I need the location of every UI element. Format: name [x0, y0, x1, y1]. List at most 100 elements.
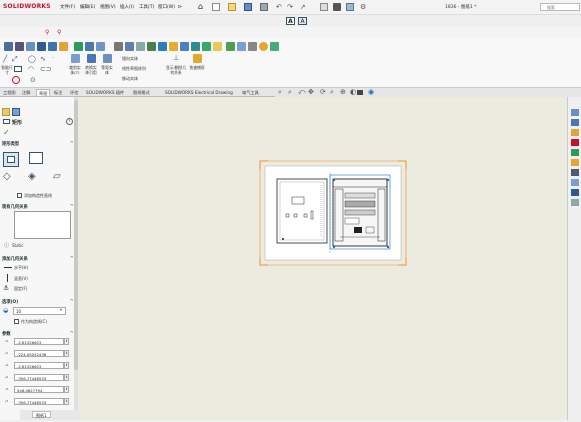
projected-icon[interactable]: [96, 42, 105, 51]
param-input[interactable]: -224.05052436: [14, 350, 64, 357]
layout-icon[interactable]: [15, 42, 24, 51]
slot-icon[interactable]: ⊂⊃: [40, 65, 52, 73]
layer-icon[interactable]: [59, 42, 68, 51]
convert-icon[interactable]: [87, 54, 96, 63]
param-input[interactable]: -356.77446533: [14, 374, 64, 381]
pin-icon[interactable]: ⊳: [178, 4, 182, 10]
flag-icon[interactable]: [74, 42, 83, 51]
hole-table-icon[interactable]: [180, 42, 189, 51]
zoom-area-icon[interactable]: ⌕: [288, 88, 292, 97]
3pt-center-button[interactable]: ◈: [28, 171, 36, 182]
arrow-green-icon[interactable]: [202, 42, 211, 51]
detail-icon[interactable]: [136, 42, 145, 51]
bom-icon[interactable]: [169, 42, 178, 51]
sketch-icon[interactable]: [4, 42, 13, 51]
model-icon[interactable]: [114, 42, 123, 51]
zoom-fit-icon[interactable]: ⌕: [278, 88, 282, 97]
help-icon[interactable]: ?: [66, 118, 73, 125]
ellipse-icon[interactable]: ⊙: [30, 76, 36, 84]
horizontal-icon[interactable]: [4, 267, 12, 268]
menu-insert[interactable]: 插入(I): [120, 4, 134, 10]
drawing-canvas[interactable]: [78, 97, 567, 420]
section-icon[interactable]: [125, 42, 134, 51]
polygon-tool-icon[interactable]: [12, 76, 20, 84]
param-input[interactable]: 546.0627794: [14, 386, 64, 393]
help-search-input[interactable]: 搜索: [540, 3, 580, 11]
new-icon[interactable]: [212, 3, 220, 11]
move-label[interactable]: 移动实体: [122, 76, 138, 82]
pan-icon[interactable]: ✥: [308, 88, 314, 96]
spin-icon[interactable]: ⇕: [64, 386, 69, 393]
undo-icon[interactable]: ↶: [276, 3, 282, 11]
menu-window[interactable]: 窗口(W): [158, 4, 175, 10]
param-input[interactable]: -2.61526623: [14, 338, 64, 345]
grid-table-icon[interactable]: [237, 42, 246, 51]
options-icon[interactable]: [346, 3, 354, 11]
chart-icon[interactable]: [248, 42, 257, 51]
gear-icon[interactable]: ⚙: [360, 3, 366, 11]
crop-icon[interactable]: [147, 42, 156, 51]
relations-icon[interactable]: ⊥: [173, 54, 179, 62]
block-icon[interactable]: [48, 42, 57, 51]
save-icon[interactable]: [244, 3, 252, 11]
tab-addins[interactable]: SOLIDWORKS 插件: [84, 89, 126, 96]
home-icon[interactable]: ⌂: [198, 3, 206, 11]
tools-pane-icon[interactable]: [571, 199, 579, 206]
layer-select[interactable]: 10: [13, 307, 66, 315]
param-input[interactable]: -356.77446533: [14, 398, 64, 405]
menu-view[interactable]: 视图(V): [100, 4, 116, 10]
tab-annotation[interactable]: 注解: [20, 89, 32, 96]
view-palette-icon[interactable]: [571, 149, 579, 156]
offset-icon[interactable]: [103, 54, 112, 63]
rotate-icon[interactable]: ⟳: [320, 88, 326, 96]
electrical-icon[interactable]: [571, 179, 579, 186]
param-input[interactable]: -2.61526623: [14, 362, 64, 369]
menu-edit[interactable]: 编辑(E): [80, 4, 95, 10]
construction-checkbox[interactable]: [17, 193, 22, 198]
fix-icon[interactable]: ⚓: [3, 284, 9, 292]
appearance-globe-icon[interactable]: ◉: [368, 88, 374, 96]
menu-file[interactable]: 文件(F): [60, 4, 75, 10]
quick-snap-icon[interactable]: [193, 54, 202, 63]
tab-sheet-format[interactable]: 图纸格式: [131, 89, 152, 96]
home-pane-icon[interactable]: [571, 109, 579, 116]
resources-icon[interactable]: [571, 119, 579, 126]
feature-manager-tab-icon[interactable]: [2, 108, 10, 116]
weld-icon[interactable]: [191, 42, 200, 51]
feature-icon[interactable]: [26, 42, 35, 51]
design-library-icon[interactable]: [571, 129, 579, 136]
smart-dimension-icon[interactable]: ⤢: [12, 55, 18, 64]
zoom-in-icon[interactable]: ⊕: [340, 88, 346, 96]
ok-check-icon[interactable]: ✓: [3, 128, 10, 137]
grid-icon[interactable]: [37, 42, 46, 51]
tab-markup[interactable]: 标注: [52, 89, 64, 96]
section-view-icon[interactable]: ⌕: [330, 88, 334, 97]
file-explorer-icon[interactable]: [571, 139, 579, 146]
custom-props-icon[interactable]: [571, 169, 579, 176]
rectangle-tool-icon[interactable]: [14, 66, 22, 72]
sheet-icon[interactable]: [270, 42, 279, 51]
pin-red2-icon[interactable]: ⚲: [57, 29, 61, 36]
file-props-icon[interactable]: [333, 3, 341, 11]
vertical-icon[interactable]: [7, 274, 8, 282]
arc-icon[interactable]: ◠: [28, 65, 34, 73]
chevron-down-icon[interactable]: ▾: [60, 307, 62, 312]
select-icon[interactable]: ➚: [300, 3, 306, 11]
spin-icon[interactable]: ⇕: [64, 374, 69, 381]
text-a-icon[interactable]: A: [286, 17, 295, 25]
corner-rect-button[interactable]: [3, 152, 19, 167]
spline-icon[interactable]: ∿: [40, 55, 46, 63]
text-style-icon[interactable]: A: [298, 17, 307, 25]
rebuild-icon[interactable]: [320, 3, 328, 11]
redo-icon[interactable]: ↷: [287, 3, 293, 11]
print-icon[interactable]: [260, 3, 268, 11]
appearance-icon[interactable]: [259, 42, 268, 51]
previous-view-icon[interactable]: ⤺: [298, 88, 305, 97]
spin-icon[interactable]: ⇕: [64, 362, 69, 369]
view-icon[interactable]: [85, 42, 94, 51]
tab-evaluate[interactable]: 评估: [68, 89, 80, 96]
spin-icon[interactable]: ⇕: [64, 350, 69, 357]
center-rect-button[interactable]: [29, 152, 43, 164]
tab-drawing[interactable]: 工程图: [1, 89, 18, 96]
forum-icon[interactable]: [571, 189, 579, 196]
